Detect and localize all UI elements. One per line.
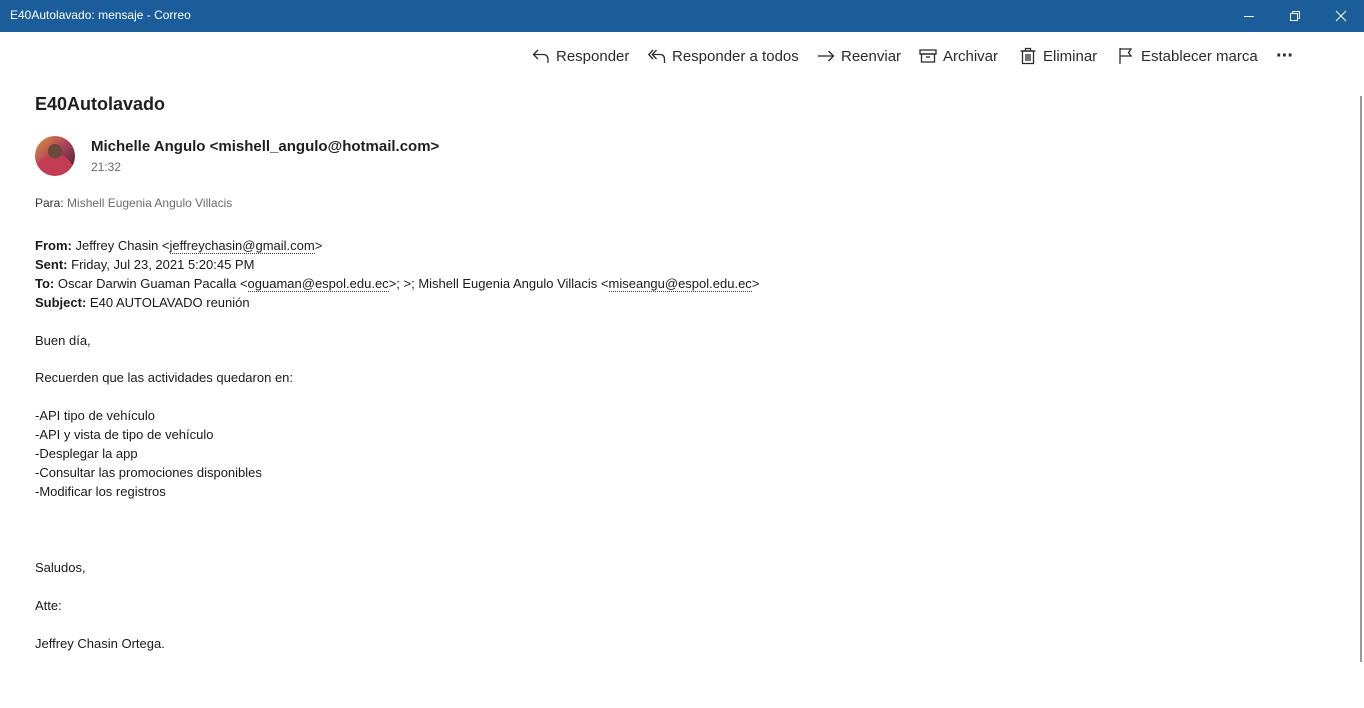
forwarded-from-line: From: Jeffrey Chasin <jeffreychasin@gmai… — [35, 236, 322, 255]
reply-button[interactable]: Responder — [532, 40, 629, 72]
minimize-icon — [1244, 16, 1254, 17]
forwarded-to-label: To: — [35, 276, 55, 291]
archive-label: Archivar — [943, 47, 999, 65]
message-time: 21:32 — [91, 160, 122, 174]
list-item: -API tipo de vehículo — [35, 408, 155, 423]
scrollbar[interactable] — [1360, 96, 1362, 662]
forwarded-sent-line: Sent: Friday, Jul 23, 2021 5:20:45 PM — [35, 255, 254, 274]
more-icon: ··· — [1276, 44, 1294, 67]
sent-label: Sent: — [35, 257, 68, 272]
restore-button[interactable] — [1272, 0, 1318, 32]
message-toolbar: Responder Responder a todos Reenviar Arc… — [0, 40, 1364, 72]
sent-value: Friday, Jul 23, 2021 5:20:45 PM — [71, 257, 255, 272]
to-part-3: > — [751, 276, 760, 291]
from-email-link[interactable]: jeffreychasin@gmail.com — [169, 238, 315, 254]
from-end: > — [314, 238, 323, 253]
subject-value: E40 AUTOLAVADO reunión — [89, 295, 250, 310]
atte-line: Atte: — [35, 598, 62, 613]
forward-arrow-icon — [818, 50, 835, 62]
subject-label: Subject: — [35, 295, 87, 310]
close-icon — [1335, 10, 1347, 22]
trash-icon — [1020, 47, 1036, 65]
close-button[interactable] — [1318, 0, 1364, 32]
closing: Saludos, — [35, 560, 86, 575]
forward-label: Reenviar — [841, 47, 902, 65]
flag-button[interactable]: Establecer marca — [1117, 40, 1258, 72]
reply-all-icon — [648, 49, 666, 63]
reply-icon — [532, 49, 549, 63]
to-email-link-1[interactable]: oguaman@espol.edu.ec — [247, 276, 389, 292]
reply-all-button[interactable]: Responder a todos — [648, 40, 799, 72]
forward-button[interactable]: Reenviar — [817, 40, 901, 72]
list-item: -Desplegar la app — [35, 446, 138, 461]
delete-label: Eliminar — [1043, 47, 1098, 65]
to-part-1: Oscar Darwin Guaman Pacalla < — [57, 276, 248, 291]
window-title: E40Autolavado: mensaje - Correo — [10, 8, 191, 22]
forwarded-to-line: To: Oscar Darwin Guaman Pacalla <oguaman… — [35, 274, 759, 293]
flag-label: Establecer marca — [1141, 47, 1258, 65]
to-email-link-2[interactable]: miseangu@espol.edu.ec — [608, 276, 752, 292]
forwarded-subject-line: Subject: E40 AUTOLAVADO reunión — [35, 293, 250, 312]
to-label: Para: — [35, 196, 64, 210]
from-name: Jeffrey Chasin < — [75, 238, 170, 253]
to-part-2: >; >; Mishell Eugenia Angulo Villacis < — [388, 276, 609, 291]
title-bar: E40Autolavado: mensaje - Correo — [0, 0, 1364, 32]
list-item: -API y vista de tipo de vehículo — [35, 427, 214, 442]
more-options-button[interactable]: ··· — [1276, 40, 1294, 72]
minimize-button[interactable] — [1226, 0, 1272, 32]
greeting: Buen día, — [35, 333, 91, 348]
list-item: -Consultar las promociones disponibles — [35, 465, 262, 480]
archive-button[interactable]: Archivar — [919, 40, 998, 72]
from-label: From: — [35, 238, 72, 253]
recipient-name[interactable]: Mishell Eugenia Angulo Villacis — [67, 196, 232, 210]
avatar[interactable] — [35, 136, 75, 176]
list-item: -Modificar los registros — [35, 484, 166, 499]
message-subject: E40Autolavado — [35, 94, 166, 114]
restore-icon — [1290, 11, 1300, 21]
intro-text: Recuerden que las actividades quedaron e… — [35, 370, 294, 385]
archive-icon — [919, 49, 937, 63]
recipient-line: Para: Mishell Eugenia Angulo Villacis — [35, 196, 232, 210]
flag-icon — [1119, 48, 1133, 64]
delete-button[interactable]: Eliminar — [1019, 40, 1097, 72]
reply-all-label: Responder a todos — [672, 47, 799, 65]
reply-label: Responder — [556, 47, 630, 65]
sender-name[interactable]: Michelle Angulo <mishell_angulo@hotmail.… — [91, 138, 439, 155]
signature: Jeffrey Chasin Ortega. — [35, 636, 165, 651]
